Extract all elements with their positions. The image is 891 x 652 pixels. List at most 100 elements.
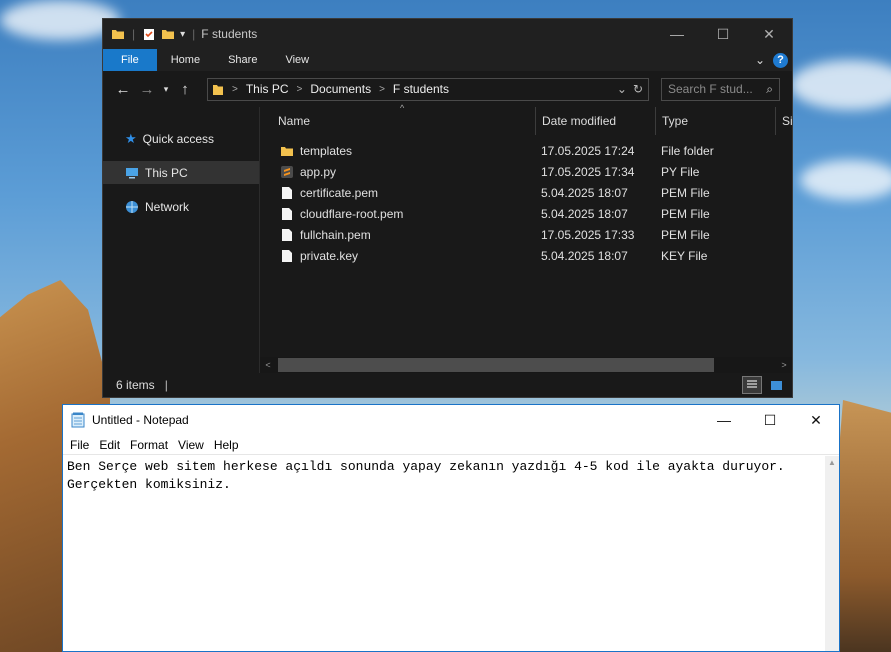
tab-share[interactable]: Share: [214, 49, 271, 71]
scroll-up-icon[interactable]: ▲: [825, 456, 839, 467]
column-headers: ^ Name Date modified Type Siz: [260, 103, 792, 135]
search-icon[interactable]: ⌕: [766, 82, 773, 97]
details-view-button[interactable]: [742, 376, 762, 394]
large-icons-view-button[interactable]: [766, 376, 786, 394]
nav-item-network[interactable]: Network: [103, 195, 259, 218]
network-icon: [126, 200, 138, 213]
window-title: F students: [201, 27, 258, 41]
column-type[interactable]: Type: [656, 107, 776, 135]
help-icon[interactable]: ?: [773, 52, 788, 68]
details-view-icon: [747, 380, 757, 388]
file-type: PEM File: [661, 185, 710, 200]
notepad-window: Untitled - Notepad — ☐ ✕ File Edit Forma…: [62, 404, 840, 652]
maximize-button[interactable]: ☐: [700, 19, 746, 49]
menu-view[interactable]: View: [173, 438, 209, 452]
tab-file[interactable]: File: [103, 49, 157, 71]
folder-icon: [213, 84, 223, 95]
column-size[interactable]: Siz: [776, 107, 792, 135]
computer-icon: [126, 167, 138, 178]
column-date-modified[interactable]: Date modified: [536, 107, 656, 135]
menu-file[interactable]: File: [65, 438, 94, 452]
forward-arrow-icon[interactable]: →: [135, 81, 159, 98]
file-name: app.py: [300, 164, 337, 179]
navigation-bar: ← → ▾ ↑ > This PC > Documents > F studen…: [103, 71, 792, 107]
close-button[interactable]: ✕: [793, 405, 839, 435]
search-box[interactable]: Search F stud... ⌕: [661, 77, 780, 101]
file-row-fullchain-pem[interactable]: fullchain.pem 17.05.2025 17:33 PEM File: [260, 224, 792, 245]
file-type: File folder: [661, 143, 714, 158]
file-type: PEM File: [661, 206, 710, 221]
scroll-left-icon[interactable]: <: [260, 360, 276, 370]
file-name: fullchain.pem: [300, 227, 371, 242]
file-row-templates[interactable]: templates 17.05.2025 17:24 File folder: [260, 140, 792, 161]
nav-item-quick-access[interactable]: ★ Quick access: [103, 127, 259, 150]
navigation-pane: ★ Quick access This PC Network: [103, 107, 260, 374]
file-date: 17.05.2025 17:24: [541, 143, 635, 158]
notepad-menu-bar: File Edit Format View Help: [63, 435, 839, 455]
menu-edit[interactable]: Edit: [94, 438, 125, 452]
notepad-vertical-scrollbar[interactable]: ▲: [825, 456, 839, 651]
notepad-icon: [71, 412, 85, 428]
file-name: certificate.pem: [300, 185, 379, 200]
up-arrow-icon[interactable]: ↑: [173, 81, 197, 98]
maximize-button[interactable]: ☐: [747, 405, 793, 435]
minimize-button[interactable]: —: [701, 405, 747, 435]
menu-help[interactable]: Help: [209, 438, 244, 452]
file-date: 17.05.2025 17:34: [541, 164, 635, 179]
address-dropdown-icon[interactable]: ⌄: [617, 82, 627, 96]
notepad-titlebar: Untitled - Notepad — ☐ ✕: [63, 405, 839, 435]
file-date: 5.04.2025 18:07: [541, 248, 628, 263]
file-name: private.key: [300, 248, 359, 263]
nav-item-label: Network: [145, 199, 190, 214]
address-bar[interactable]: > This PC > Documents > F students ⌄ ↻: [207, 77, 649, 101]
file-row-certificate-pem[interactable]: certificate.pem 5.04.2025 18:07 PEM File: [260, 182, 792, 203]
search-placeholder: Search F stud...: [668, 82, 753, 96]
expand-ribbon-icon[interactable]: ⌄: [755, 53, 765, 67]
explorer-body: ★ Quick access This PC Network ^ Name Da…: [103, 103, 792, 374]
tab-home[interactable]: Home: [157, 49, 214, 71]
file-icon: [282, 249, 292, 262]
file-type: KEY File: [661, 248, 708, 263]
file-row-cloudflare-root-pem[interactable]: cloudflare-root.pem 5.04.2025 18:07 PEM …: [260, 203, 792, 224]
file-date: 5.04.2025 18:07: [541, 206, 628, 221]
column-name[interactable]: Name: [272, 107, 536, 135]
large-icons-view-icon: [770, 380, 782, 390]
horizontal-scrollbar[interactable]: < >: [260, 357, 792, 373]
folder-icon: [281, 146, 293, 156]
new-folder-icon[interactable]: [161, 27, 175, 41]
notepad-text-area[interactable]: Ben Serçe web sitem herkese açıldı sonun…: [63, 456, 825, 651]
recent-locations-chevron-icon[interactable]: ▾: [159, 84, 173, 95]
file-name: cloudflare-root.pem: [300, 206, 404, 221]
file-row-private-key[interactable]: private.key 5.04.2025 18:07 KEY File: [260, 245, 792, 266]
properties-icon[interactable]: [142, 27, 156, 41]
file-type: PY File: [661, 164, 700, 179]
file-date: 5.04.2025 18:07: [541, 185, 628, 200]
close-button[interactable]: ✕: [746, 19, 792, 49]
tab-view[interactable]: View: [271, 49, 323, 71]
customize-quick-access-icon[interactable]: ▾: [180, 29, 185, 40]
nav-item-label: Quick access: [142, 131, 215, 146]
file-icon: [282, 186, 292, 199]
scroll-right-icon[interactable]: >: [776, 360, 792, 370]
breadcrumb-f-students[interactable]: F students: [393, 82, 449, 96]
notepad-title: Untitled - Notepad: [92, 413, 189, 427]
explorer-titlebar: | ▾ | F students — ☐ ✕: [103, 19, 792, 49]
file-icon: [282, 207, 292, 220]
file-name: templates: [300, 143, 353, 158]
ribbon-tabs: File Home Share View ⌄ ?: [103, 49, 792, 71]
nav-item-label: This PC: [145, 165, 188, 180]
status-bar: 6 items |: [103, 373, 792, 397]
minimize-button[interactable]: —: [654, 19, 700, 49]
breadcrumb-this-pc[interactable]: This PC: [246, 82, 289, 96]
status-cursor: |: [164, 378, 168, 392]
nav-item-this-pc[interactable]: This PC: [103, 161, 259, 184]
star-icon: ★: [125, 130, 137, 146]
file-type: PEM File: [661, 227, 710, 242]
breadcrumb-documents[interactable]: Documents: [310, 82, 371, 96]
scrollbar-thumb[interactable]: [278, 358, 714, 372]
back-arrow-icon[interactable]: ←: [111, 81, 135, 98]
refresh-icon[interactable]: ↻: [633, 82, 643, 96]
file-row-app-py[interactable]: app.py 17.05.2025 17:34 PY File: [260, 161, 792, 182]
menu-format[interactable]: Format: [125, 438, 173, 452]
file-explorer-window: | ▾ | F students — ☐ ✕ File Home Share V…: [102, 18, 793, 398]
